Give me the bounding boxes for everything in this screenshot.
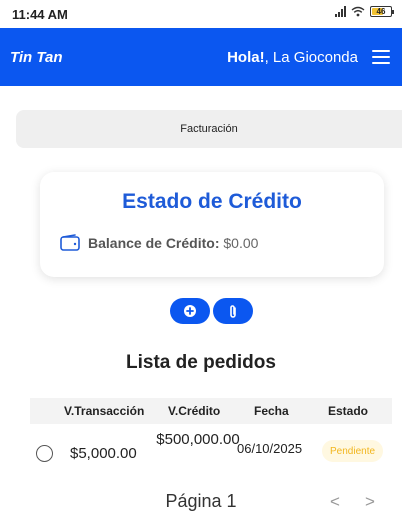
action-buttons bbox=[170, 298, 253, 324]
greeting: Hola!, La Gioconda bbox=[227, 49, 358, 66]
signal-icon bbox=[335, 6, 346, 17]
wifi-icon bbox=[351, 6, 365, 17]
credit-balance-row: Balance de Crédito: $0.00 bbox=[60, 234, 258, 251]
hamburger-menu-icon[interactable] bbox=[372, 50, 390, 64]
column-header-date: Fecha bbox=[254, 404, 289, 418]
credit-value: $500,000.00 bbox=[156, 431, 240, 448]
billing-tab[interactable]: Facturación bbox=[16, 110, 402, 148]
billing-label: Facturación bbox=[180, 123, 238, 135]
status-icons: 46 bbox=[335, 6, 394, 17]
greeting-name: , La Gioconda bbox=[264, 48, 358, 66]
plus-circle-icon bbox=[184, 305, 196, 317]
orders-title: Lista de pedidos bbox=[126, 352, 276, 373]
header-right: Hola!, La Gioconda bbox=[227, 49, 390, 66]
chevron-left-icon[interactable]: < bbox=[330, 492, 340, 512]
order-date: 06/10/2025 bbox=[237, 441, 303, 456]
credit-status-title: Estado de Crédito bbox=[122, 190, 302, 213]
app-header: Tin Tan Hola!, La Gioconda bbox=[0, 28, 402, 86]
balance-label: Balance de Crédito: bbox=[88, 234, 220, 251]
table-row[interactable]: $5,000.00 $500,000.00 06/10/2025 Pendien… bbox=[30, 428, 392, 474]
brand-name: Tin Tan bbox=[10, 48, 63, 66]
column-header-status: Estado bbox=[328, 404, 369, 418]
row-select-radio[interactable] bbox=[36, 445, 53, 462]
transaction-value: $5,000.00 bbox=[70, 445, 137, 462]
wallet-icon bbox=[60, 234, 80, 251]
paperclip-icon bbox=[230, 304, 236, 318]
greeting-prefix: Hola! bbox=[227, 48, 265, 66]
column-header-transaction: V.Transacción bbox=[64, 404, 145, 418]
battery-icon: 46 bbox=[370, 6, 394, 17]
credit-balance: Balance de Crédito: $0.00 bbox=[88, 235, 258, 251]
status-bar: 11:44 AM 46 bbox=[0, 0, 402, 28]
page-label: Página 1 bbox=[165, 491, 237, 511]
column-header-credit: V.Crédito bbox=[168, 404, 221, 418]
battery-level: 46 bbox=[376, 7, 386, 16]
balance-value: $0.00 bbox=[223, 234, 259, 251]
status-time: 11:44 AM bbox=[12, 7, 68, 22]
credit-status-card: Estado de Crédito Balance de Crédito: $0… bbox=[40, 172, 384, 277]
orders-table-header: V.Transacción V.Crédito Fecha Estado bbox=[30, 398, 392, 424]
status-badge: Pendiente bbox=[322, 440, 384, 462]
pagination: Página 1 < > bbox=[0, 486, 402, 514]
chevron-right-icon[interactable]: > bbox=[365, 492, 375, 512]
add-order-button[interactable] bbox=[170, 298, 210, 324]
attach-button[interactable] bbox=[213, 298, 253, 324]
